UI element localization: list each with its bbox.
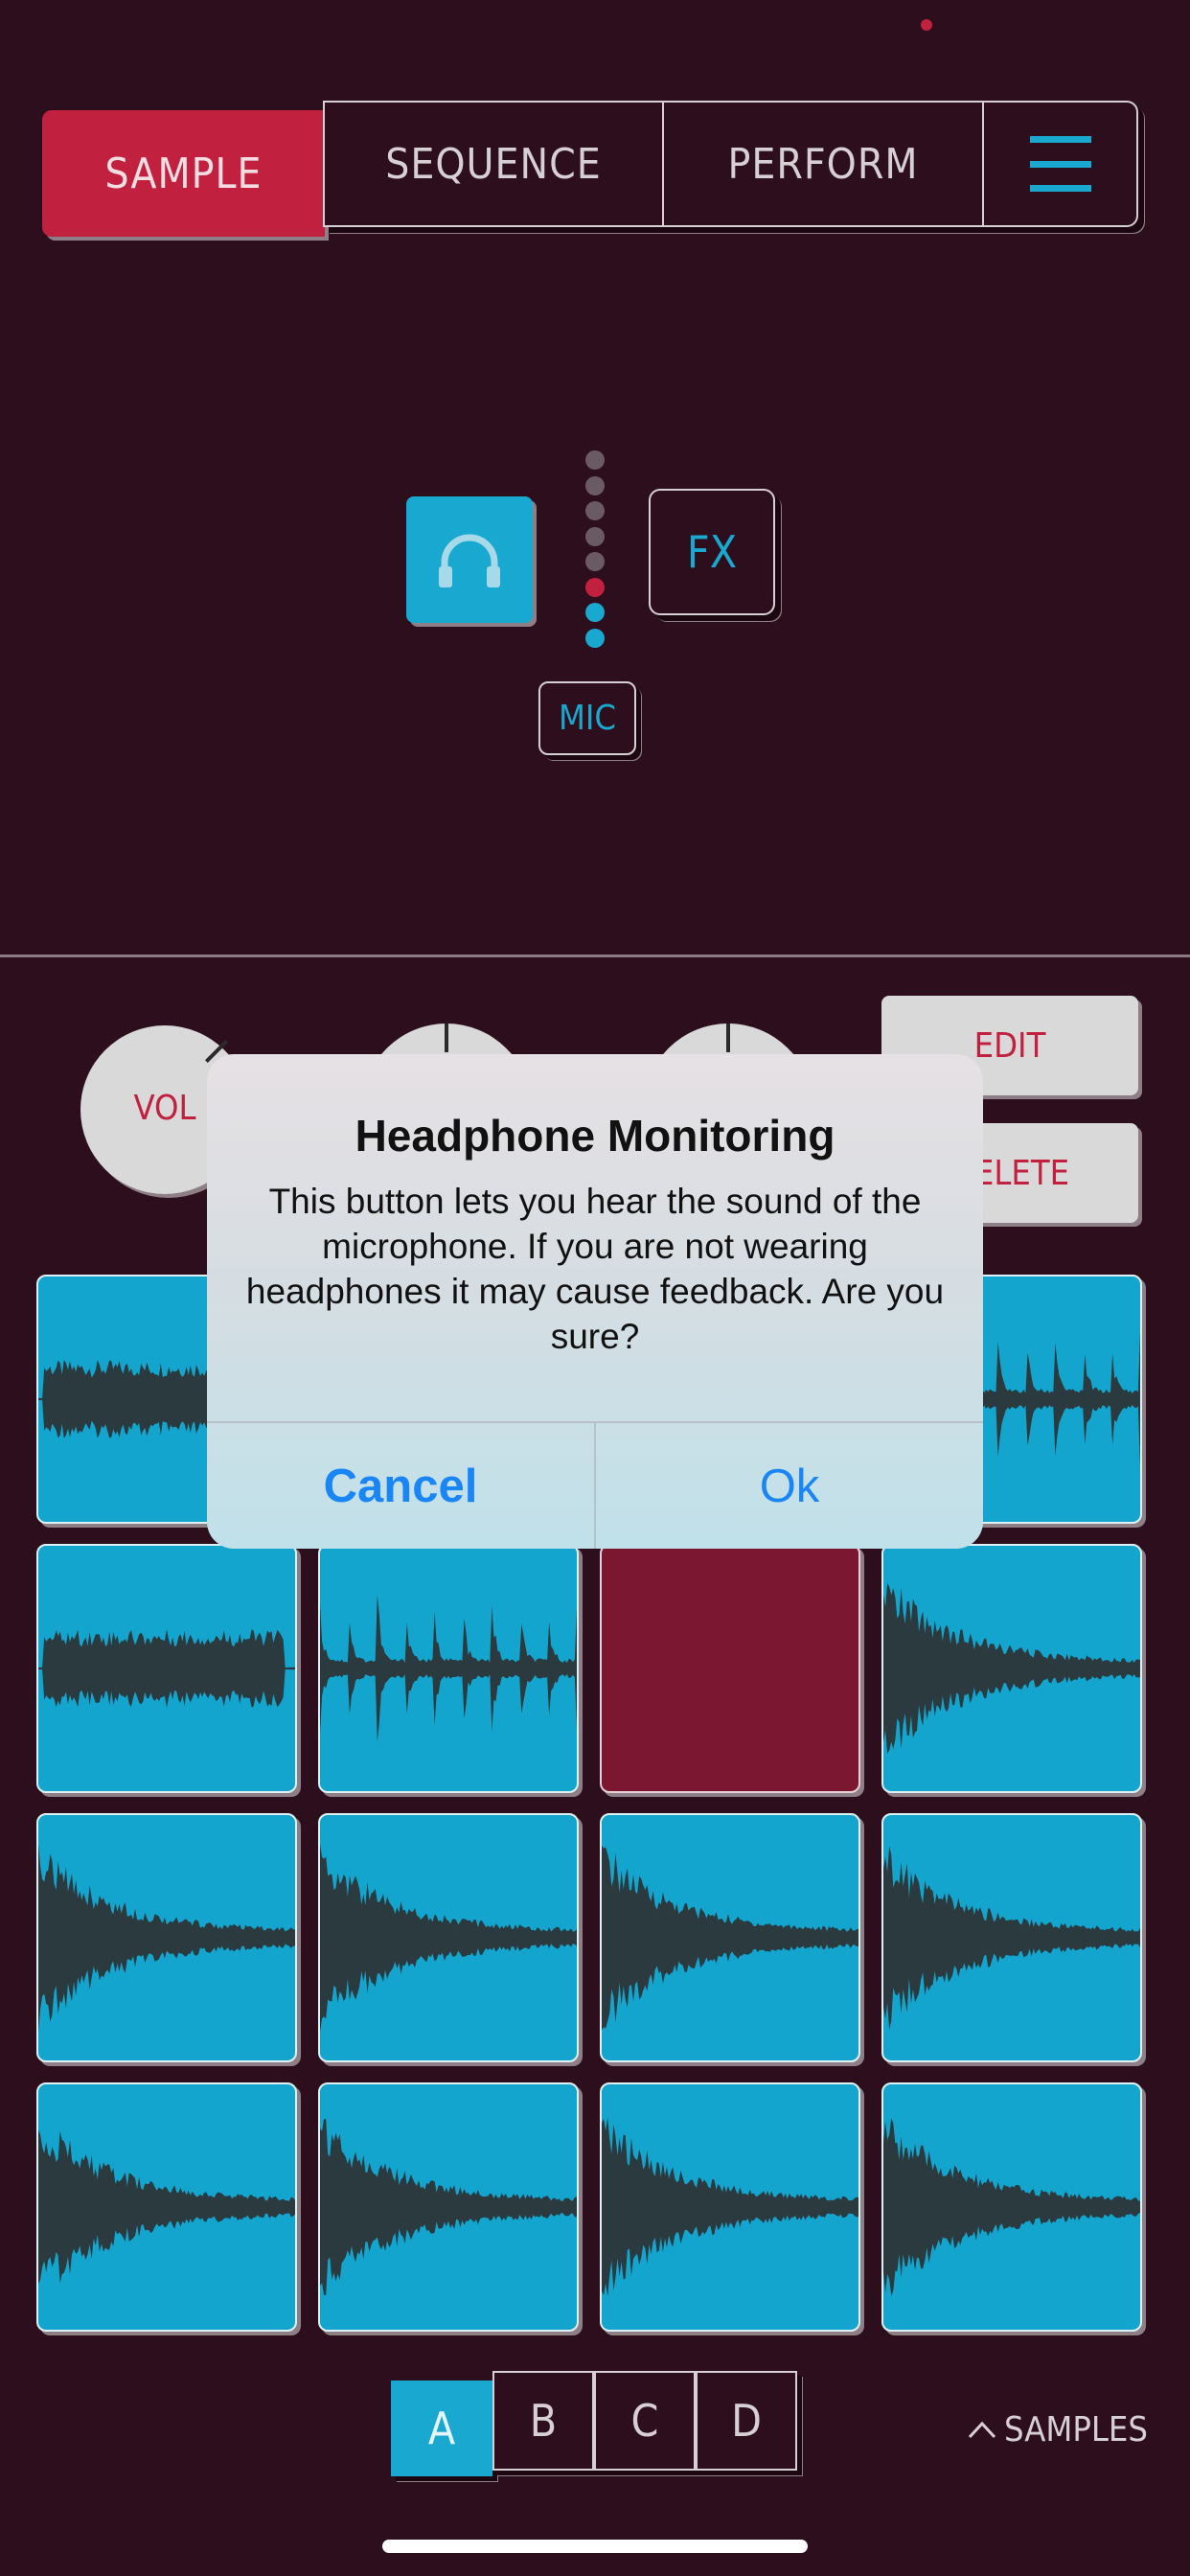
section-divider: [0, 954, 1190, 957]
waveform-graphic: [883, 1846, 1140, 2030]
bank-button-c[interactable]: C: [594, 2371, 696, 2471]
waveform-graphic: [38, 1629, 295, 1708]
meter-dot: [585, 577, 605, 597]
headphones-icon: [439, 534, 500, 587]
tab-sample[interactable]: SAMPLE: [42, 110, 325, 237]
bank-button-d[interactable]: D: [696, 2371, 797, 2471]
sample-pad[interactable]: [600, 1813, 860, 2062]
recording-indicator: [921, 19, 932, 31]
waveform-graphic: [883, 2118, 1140, 2296]
meter-dot: [585, 501, 605, 520]
waveform-graphic: [320, 2119, 577, 2295]
samples-toggle-label: SAMPLES: [1004, 2409, 1148, 2450]
sample-pad[interactable]: [36, 2082, 297, 2332]
home-indicator: [382, 2540, 808, 2553]
meter-dot: [585, 526, 605, 546]
waveform-graphic: [602, 2117, 858, 2297]
samples-toggle[interactable]: SAMPLES: [966, 2407, 1157, 2451]
sample-pad[interactable]: [600, 2082, 860, 2332]
fx-button[interactable]: FX: [649, 489, 775, 615]
top-tab-bar: SAMPLE SEQUENCE PERFORM: [42, 101, 1138, 237]
mic-button[interactable]: MIC: [538, 681, 636, 755]
headphone-monitoring-alert: Headphone Monitoring This button lets yo…: [207, 1054, 983, 1549]
bank-button-b[interactable]: B: [492, 2371, 594, 2471]
meter-dot: [585, 450, 605, 470]
alert-cancel-button[interactable]: Cancel: [207, 1423, 594, 1549]
meter-dot: [585, 475, 605, 495]
tab-sequence[interactable]: SEQUENCE: [323, 101, 664, 227]
sample-pad[interactable]: [881, 1544, 1142, 1793]
alert-title: Headphone Monitoring: [355, 1111, 835, 1161]
meter-dot: [585, 603, 605, 622]
chevron-up-icon: [968, 2421, 996, 2439]
waveform-graphic: [883, 1583, 1140, 1754]
knob-indicator: [445, 1024, 448, 1052]
waveform-graphic: [38, 1843, 295, 2033]
waveform-graphic: [320, 1843, 577, 2033]
knob-indicator: [726, 1024, 730, 1052]
sample-pad[interactable]: [318, 1813, 579, 2062]
meter-dot: [585, 552, 605, 571]
sample-pad[interactable]: [318, 2082, 579, 2332]
sample-pad[interactable]: [881, 2082, 1142, 2332]
waveform-graphic: [38, 2129, 295, 2285]
sample-pad[interactable]: [36, 1813, 297, 2062]
headphone-monitor-button[interactable]: [406, 496, 533, 623]
sample-pad[interactable]: [881, 1813, 1142, 2062]
menu-button[interactable]: [982, 101, 1138, 227]
sample-pad[interactable]: [600, 1544, 860, 1793]
waveform-graphic: [320, 1595, 577, 1742]
alert-ok-button[interactable]: Ok: [596, 1423, 983, 1549]
meter-dot: [585, 628, 605, 648]
sample-pad[interactable]: [36, 1544, 297, 1793]
hamburger-menu-icon: [1029, 136, 1091, 192]
tab-perform[interactable]: PERFORM: [662, 101, 984, 227]
sample-pad[interactable]: [318, 1544, 579, 1793]
bank-selector: ABCD: [391, 2371, 797, 2476]
alert-message: This button lets you hear the sound of t…: [245, 1182, 945, 1356]
waveform-graphic: [602, 1845, 858, 2031]
bank-button-a[interactable]: A: [391, 2380, 492, 2476]
